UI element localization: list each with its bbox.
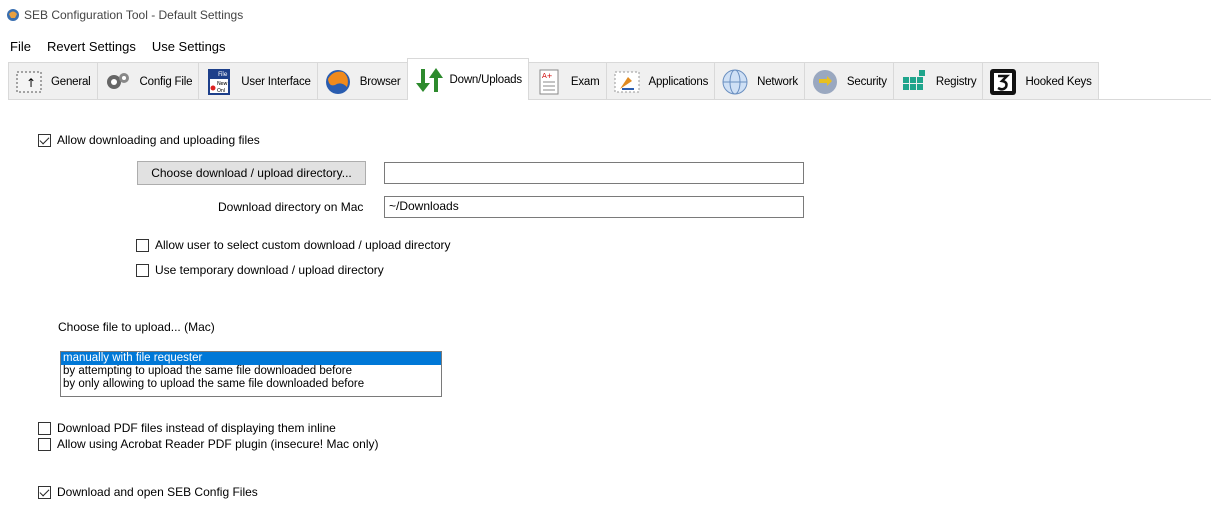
acrobat-plugin-checkbox[interactable]: Allow using Acrobat Reader PDF plugin (i… — [38, 437, 378, 451]
tab-label: Applications — [648, 75, 709, 88]
menu-bar: File Revert Settings Use Settings — [0, 36, 234, 56]
seb-app-icon — [6, 8, 20, 22]
tab-label: Browser — [359, 75, 401, 88]
tab-label: General — [51, 75, 91, 88]
tab-label: Down/Uploads — [449, 73, 523, 86]
checkbox-label: Allow using Acrobat Reader PDF plugin (i… — [57, 437, 379, 451]
hooked-keys-icon — [987, 66, 1019, 98]
choose-directory-button[interactable]: Choose download / upload directory... — [137, 161, 366, 185]
upload-option[interactable]: by only allowing to upload the same file… — [61, 378, 441, 391]
down-uploads-panel: Allow downloading and uploading files Ch… — [8, 99, 1211, 514]
registry-icon — [898, 66, 930, 98]
tab-config-file[interactable]: Config File — [96, 62, 200, 100]
checkbox-label: Use temporary download / upload director… — [155, 263, 384, 277]
new-badge-text: New — [217, 81, 227, 87]
checkbox-label: Allow downloading and uploading files — [57, 133, 260, 147]
menu-file[interactable]: File — [0, 39, 39, 54]
open-seb-config-checkbox[interactable]: Download and open SEB Config Files — [38, 485, 258, 499]
svg-text:↑: ↑ — [26, 76, 36, 90]
tab-browser[interactable]: Browser — [316, 62, 408, 100]
tab-security[interactable]: Security — [803, 62, 894, 100]
title-bar: SEB Configuration Tool - Default Setting… — [0, 0, 1211, 30]
menu-revert-settings[interactable]: Revert Settings — [39, 39, 144, 54]
config-file-icon — [102, 66, 134, 98]
security-icon — [809, 66, 841, 98]
onl-badge-text: Onl — [217, 88, 225, 94]
checkbox-box[interactable] — [38, 485, 51, 499]
download-pdf-checkbox[interactable]: Download PDF files instead of displaying… — [38, 421, 336, 435]
tab-label: Exam — [570, 75, 600, 88]
checkbox-box[interactable] — [136, 263, 149, 277]
applications-icon — [611, 66, 643, 98]
upload-option[interactable]: by attempting to upload the same file do… — [61, 365, 441, 378]
allow-downloading-checkbox[interactable]: Allow downloading and uploading files — [38, 133, 260, 147]
tab-applications[interactable]: Applications — [605, 62, 716, 100]
a-plus-text: A+ — [542, 72, 553, 80]
user-interface-icon: File New Onl — [203, 66, 235, 98]
download-directory-field[interactable] — [384, 162, 804, 184]
mac-directory-label: Download directory on Mac — [218, 200, 364, 214]
tab-label: Security — [846, 75, 887, 88]
tab-label: Config File — [139, 75, 193, 88]
down-uploads-icon — [412, 64, 444, 96]
tab-label: Hooked Keys — [1025, 75, 1092, 88]
browser-icon — [322, 66, 354, 98]
tab-general[interactable]: ↑ General — [8, 62, 98, 100]
checkbox-box[interactable] — [38, 133, 51, 147]
upload-option[interactable]: manually with file requester — [61, 352, 441, 365]
checkbox-label: Allow user to select custom download / u… — [155, 238, 451, 252]
use-temporary-directory-checkbox[interactable]: Use temporary download / upload director… — [136, 263, 384, 277]
allow-custom-directory-checkbox[interactable]: Allow user to select custom download / u… — [136, 238, 450, 252]
mac-directory-field[interactable]: ~/Downloads — [384, 196, 804, 218]
checkbox-box[interactable] — [38, 421, 51, 435]
tab-down-uploads[interactable]: Down/Uploads — [406, 58, 529, 100]
tab-label: Network — [757, 75, 798, 88]
menu-use-settings[interactable]: Use Settings — [144, 39, 234, 54]
window-title: SEB Configuration Tool - Default Setting… — [24, 8, 244, 22]
checkbox-label: Download PDF files instead of displaying… — [57, 421, 336, 435]
tab-hooked-keys[interactable]: Hooked Keys — [982, 62, 1099, 100]
general-icon: ↑ — [13, 66, 45, 98]
tab-exam[interactable]: A+ Exam — [527, 62, 607, 100]
checkbox-box[interactable] — [38, 437, 51, 451]
file-badge-text: File — [218, 71, 228, 78]
exam-icon: A+ — [533, 66, 565, 98]
tab-label: Registry — [935, 75, 977, 88]
upload-mode-listbox[interactable]: manually with file requester by attempti… — [60, 351, 442, 397]
tab-strip: ↑ General Config File File New Onl User In… — [8, 56, 1211, 100]
tab-registry[interactable]: Registry — [892, 62, 984, 100]
network-icon — [719, 66, 751, 98]
checkbox-box[interactable] — [136, 238, 149, 252]
checkbox-label: Download and open SEB Config Files — [57, 485, 258, 499]
tab-label: User Interface — [241, 75, 311, 88]
tab-user-interface[interactable]: File New Onl User Interface — [198, 62, 318, 100]
tab-network[interactable]: Network — [714, 62, 805, 100]
choose-upload-label: Choose file to upload... (Mac) — [58, 320, 215, 334]
